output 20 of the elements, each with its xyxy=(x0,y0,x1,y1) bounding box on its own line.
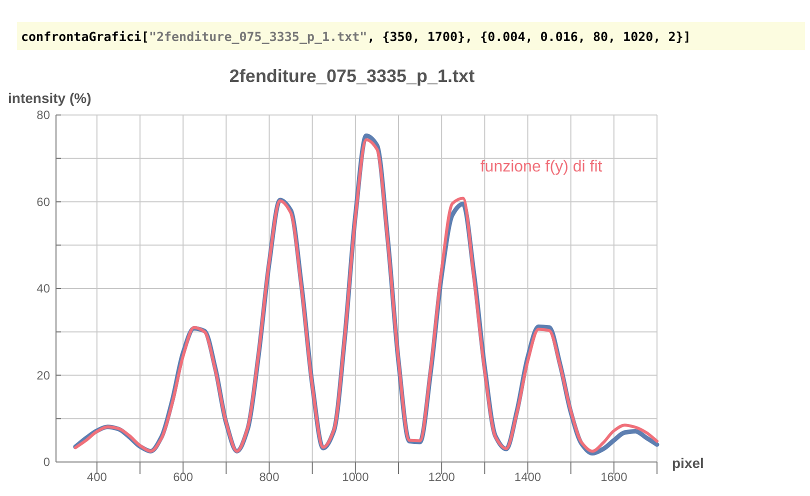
x-tick-label: 1200 xyxy=(428,470,455,484)
input-cell[interactable]: confrontaGrafici["2fenditure_075_3335_p_1.txt", {350, 1700}, {0.004, 0.016, 80, 1020, 2}] xyxy=(17,22,805,50)
x-tick-label: 1400 xyxy=(514,470,542,484)
y-axis-label: intensity (%) xyxy=(8,90,92,106)
y-tick-label: 0 xyxy=(43,455,50,469)
y-tick-label: 20 xyxy=(36,368,50,382)
y-tick-label: 60 xyxy=(36,194,50,209)
x-tick-label: 1000 xyxy=(342,470,369,484)
series-label: funzione f(y) di fit xyxy=(480,158,602,176)
code-text: "2fenditure_075_3335_p_1.txt" xyxy=(148,28,368,44)
x-tick-label: 800 xyxy=(259,470,280,484)
chart-title: 2fenditure_075_3335_p_1.txt xyxy=(229,66,475,86)
x-tick-label: 600 xyxy=(173,470,194,484)
code-text: , {350, 1700}, {0.004, 0.016, 80, 1020, 2}] xyxy=(367,28,691,44)
x-axis-label: pixel xyxy=(672,455,704,471)
code-text: confrontaGrafici[ xyxy=(21,28,149,44)
x-tick-label: 1600 xyxy=(600,470,628,484)
y-tick-label: 40 xyxy=(36,282,50,296)
y-tick-label: 80 xyxy=(36,108,50,122)
x-tick-label: 400 xyxy=(86,470,107,484)
